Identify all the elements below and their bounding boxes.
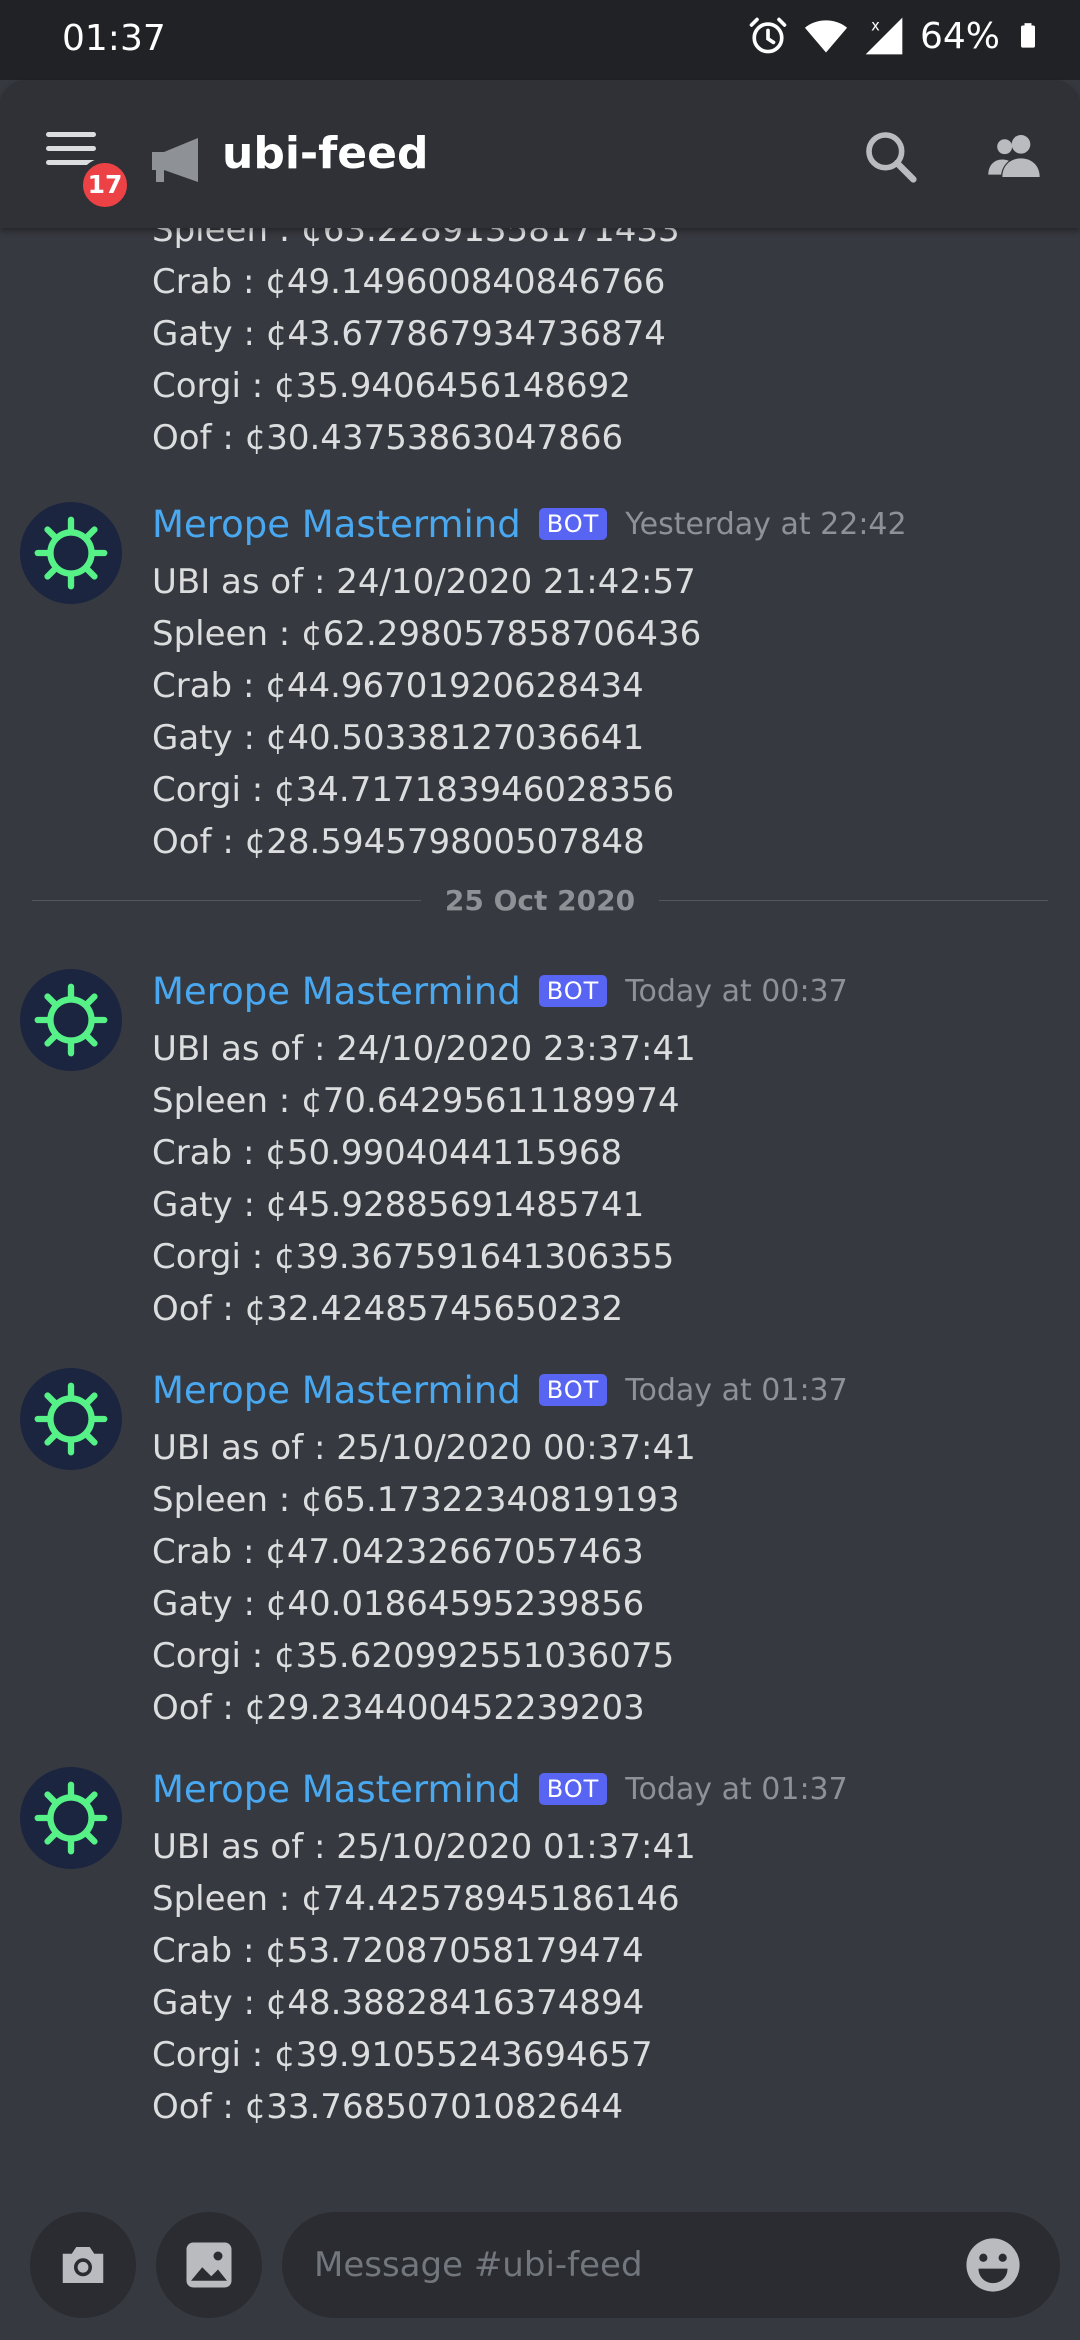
message-header: Merope Mastermind BOT Yesterday at 22:42 — [152, 492, 907, 556]
message-line: Corgi : ¢35.620992551036075 — [152, 1636, 675, 1676]
message-body: Merope Mastermind BOT Today at 01:37 UBI… — [152, 1358, 848, 1734]
message-composer — [0, 2190, 1080, 2340]
message-line: Gaty : ¢40.01864595239856 — [152, 1584, 645, 1624]
avatar[interactable] — [20, 1368, 122, 1470]
message-line: Spleen : ¢65.17322340819193 — [152, 1480, 680, 1520]
bot-tag: BOT — [538, 975, 608, 1007]
message-line: Spleen : ¢62.298057858706436 — [152, 614, 702, 654]
message-line: UBI as of : 24/10/2020 23:37:41 — [152, 1029, 696, 1069]
message-line: Oof : ¢32.42485745650232 — [152, 1289, 624, 1329]
author-name[interactable]: Merope Mastermind — [152, 1369, 521, 1412]
message-line: Oof : ¢28.594579800507848 — [152, 822, 645, 862]
avatar[interactable] — [20, 1767, 122, 1869]
members-icon[interactable] — [986, 128, 1042, 184]
author-name[interactable]: Merope Mastermind — [152, 970, 521, 1013]
message-line: Oof : ¢29.234400452239203 — [152, 1688, 645, 1728]
status-icons: x 64% — [746, 14, 1042, 58]
message-line: Crab : ¢50.9904044115968 — [152, 1133, 623, 1173]
message-line: Gaty : ¢43.677867934736874 — [152, 314, 666, 354]
gear-avatar-icon — [34, 1781, 108, 1855]
gallery-button[interactable] — [156, 2212, 262, 2318]
message-line: Corgi : ¢34.717183946028356 — [152, 770, 675, 810]
channel-header: 17 ubi-feed — [0, 80, 1080, 228]
avatar[interactable] — [20, 502, 122, 604]
message-line: Gaty : ¢45.92885691485741 — [152, 1185, 645, 1225]
bot-tag: BOT — [538, 1374, 608, 1406]
message-line: Gaty : ¢48.38828416374894 — [152, 1983, 645, 2023]
message-header: Merope Mastermind BOT Today at 00:37 — [152, 959, 848, 1023]
author-name[interactable]: Merope Mastermind — [152, 503, 521, 546]
emoji-icon[interactable] — [964, 2236, 1022, 2294]
message-body: Merope Mastermind BOT Yesterday at 22:42… — [152, 492, 907, 868]
message-line: UBI as of : 25/10/2020 01:37:41 — [152, 1827, 696, 1867]
bot-tag: BOT — [538, 1773, 608, 1805]
message-body: Merope Mastermind BOT Today at 00:37 UBI… — [152, 959, 848, 1335]
status-time: 01:37 — [62, 18, 166, 59]
avatar[interactable] — [20, 969, 122, 1071]
message-line: Oof : ¢30.43753863047866 — [152, 418, 624, 458]
message-header: Merope Mastermind BOT Today at 01:37 — [152, 1358, 848, 1422]
gear-avatar-icon — [34, 983, 108, 1057]
message-line: Corgi : ¢39.91055243694657 — [152, 2035, 653, 2075]
battery-percent: 64% — [919, 15, 1000, 57]
message-line: Corgi : ¢39.367591641306355 — [152, 1237, 675, 1277]
date-divider: 25 Oct 2020 — [32, 880, 1048, 920]
battery-icon — [1021, 23, 1035, 48]
message-line: Spleen : ¢70.64295611189974 — [152, 1081, 680, 1121]
status-bar: 01:37 x 64% — [0, 0, 1080, 80]
message-input[interactable] — [282, 2212, 1060, 2318]
message-line: UBI as of : 25/10/2020 00:37:41 — [152, 1428, 696, 1468]
message-line: Crab : ¢53.72087058179474 — [152, 1931, 644, 1971]
announcement-channel-icon — [152, 138, 198, 182]
camera-button[interactable] — [30, 2212, 136, 2318]
message-timestamp: Today at 01:37 — [625, 1372, 848, 1408]
message-line: Crab : ¢44.96701920628434 — [152, 666, 644, 706]
message-line: Corgi : ¢35.9406456148692 — [152, 366, 631, 406]
message-line: Crab : ¢47.04232667057463 — [152, 1532, 644, 1572]
date-divider-label: 25 Oct 2020 — [444, 883, 636, 917]
message-timestamp: Today at 01:37 — [625, 1771, 848, 1807]
message-line: Gaty : ¢40.50338127036641 — [152, 718, 645, 758]
wifi-icon — [804, 20, 848, 53]
message-header: Merope Mastermind BOT Today at 01:37 — [152, 1757, 848, 1821]
search-icon[interactable] — [862, 128, 918, 184]
bot-tag: BOT — [538, 508, 608, 540]
message-timestamp: Today at 00:37 — [625, 973, 848, 1009]
message-list[interactable]: Spleen : ¢63.22891358171433 Crab : ¢49.1… — [0, 150, 1080, 2190]
unread-badge: 17 — [78, 158, 132, 212]
alarm-icon — [749, 17, 787, 54]
message-line: Spleen : ¢74.42578945186146 — [152, 1879, 680, 1919]
message-line: UBI as of : 24/10/2020 21:42:57 — [152, 562, 696, 602]
gear-avatar-icon — [34, 516, 108, 590]
author-name[interactable]: Merope Mastermind — [152, 1768, 521, 1811]
cell-signal-icon: x — [865, 18, 903, 55]
partial-message-body: Spleen : ¢63.22891358171433 Crab : ¢49.1… — [152, 204, 680, 464]
camera-icon — [62, 2247, 104, 2283]
gallery-icon — [186, 2242, 232, 2288]
message-body: Merope Mastermind BOT Today at 01:37 UBI… — [152, 1757, 848, 2133]
message-line: Crab : ¢49.149600840846766 — [152, 262, 666, 302]
message-timestamp: Yesterday at 22:42 — [625, 506, 907, 542]
channel-title: ubi-feed — [222, 128, 429, 179]
svg-text:x: x — [871, 18, 880, 35]
gear-avatar-icon — [34, 1382, 108, 1456]
message-line: Oof : ¢33.76850701082644 — [152, 2087, 624, 2127]
